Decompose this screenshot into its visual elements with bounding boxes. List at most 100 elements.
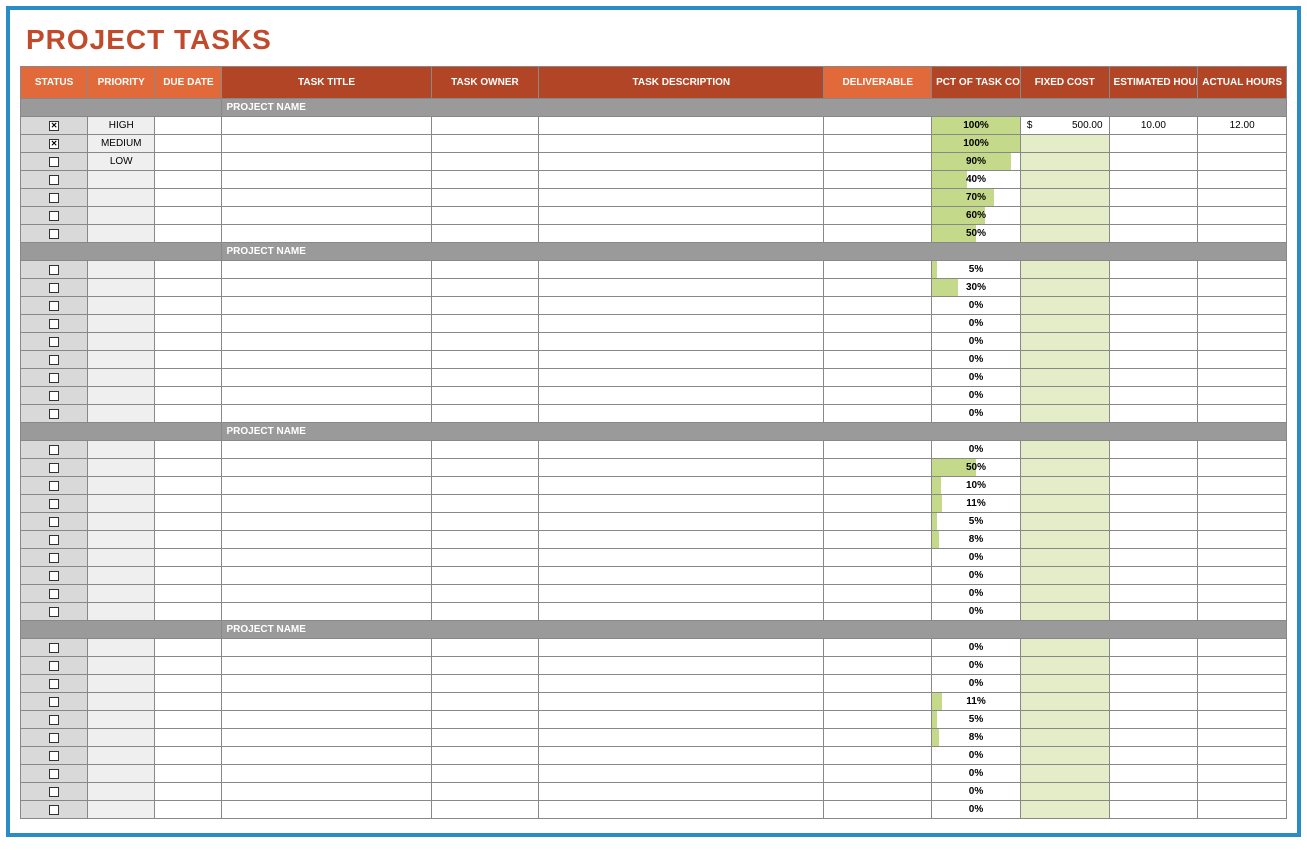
due-date-cell[interactable] xyxy=(155,315,221,332)
task-title-cell[interactable] xyxy=(222,585,430,602)
fixed-cost-cell[interactable] xyxy=(1021,693,1109,710)
deliverable-cell[interactable] xyxy=(824,459,931,476)
estimated-hours-cell[interactable] xyxy=(1110,441,1198,458)
task-description-cell[interactable] xyxy=(539,639,823,656)
due-date-cell[interactable] xyxy=(155,207,221,224)
deliverable-cell[interactable] xyxy=(824,531,931,548)
deliverable-cell[interactable] xyxy=(824,279,931,296)
task-title-cell[interactable] xyxy=(222,549,430,566)
due-date-cell[interactable] xyxy=(155,531,221,548)
actual-hours-cell[interactable] xyxy=(1198,279,1286,296)
actual-hours-cell[interactable] xyxy=(1198,693,1286,710)
task-title-cell[interactable] xyxy=(222,225,430,242)
deliverable-cell[interactable] xyxy=(824,315,931,332)
due-date-cell[interactable] xyxy=(155,693,221,710)
actual-hours-cell[interactable] xyxy=(1198,225,1286,242)
deliverable-cell[interactable] xyxy=(824,729,931,746)
status-checkbox[interactable] xyxy=(49,751,59,761)
status-checkbox[interactable]: ✕ xyxy=(49,139,59,149)
estimated-hours-cell[interactable] xyxy=(1110,801,1198,818)
estimated-hours-cell[interactable] xyxy=(1110,261,1198,278)
status-checkbox[interactable] xyxy=(49,157,59,167)
actual-hours-cell[interactable] xyxy=(1198,567,1286,584)
estimated-hours-cell[interactable] xyxy=(1110,495,1198,512)
task-owner-cell[interactable] xyxy=(432,315,539,332)
priority-cell[interactable] xyxy=(88,171,154,188)
pct-complete-cell[interactable]: 0% xyxy=(932,639,1020,656)
priority-cell[interactable] xyxy=(88,207,154,224)
fixed-cost-cell[interactable] xyxy=(1021,189,1109,206)
status-checkbox[interactable] xyxy=(49,643,59,653)
estimated-hours-cell[interactable] xyxy=(1110,135,1198,152)
deliverable-cell[interactable] xyxy=(824,153,931,170)
priority-cell[interactable] xyxy=(88,459,154,476)
task-description-cell[interactable] xyxy=(539,369,823,386)
fixed-cost-cell[interactable] xyxy=(1021,459,1109,476)
actual-hours-cell[interactable] xyxy=(1198,153,1286,170)
due-date-cell[interactable] xyxy=(155,459,221,476)
pct-complete-cell[interactable]: 0% xyxy=(932,585,1020,602)
status-checkbox[interactable] xyxy=(49,175,59,185)
task-description-cell[interactable] xyxy=(539,747,823,764)
priority-cell[interactable] xyxy=(88,495,154,512)
deliverable-cell[interactable] xyxy=(824,495,931,512)
due-date-cell[interactable] xyxy=(155,279,221,296)
fixed-cost-cell[interactable] xyxy=(1021,783,1109,800)
status-checkbox[interactable] xyxy=(49,355,59,365)
pct-complete-cell[interactable]: 10% xyxy=(932,477,1020,494)
actual-hours-cell[interactable] xyxy=(1198,441,1286,458)
deliverable-cell[interactable] xyxy=(824,765,931,782)
estimated-hours-cell[interactable] xyxy=(1110,333,1198,350)
estimated-hours-cell[interactable] xyxy=(1110,675,1198,692)
deliverable-cell[interactable] xyxy=(824,801,931,818)
task-owner-cell[interactable] xyxy=(432,279,539,296)
due-date-cell[interactable] xyxy=(155,801,221,818)
deliverable-cell[interactable] xyxy=(824,117,931,134)
actual-hours-cell[interactable] xyxy=(1198,765,1286,782)
priority-cell[interactable] xyxy=(88,639,154,656)
actual-hours-cell[interactable] xyxy=(1198,585,1286,602)
due-date-cell[interactable] xyxy=(155,495,221,512)
estimated-hours-cell[interactable] xyxy=(1110,783,1198,800)
pct-complete-cell[interactable]: 8% xyxy=(932,531,1020,548)
priority-cell[interactable] xyxy=(88,369,154,386)
estimated-hours-cell[interactable] xyxy=(1110,297,1198,314)
priority-cell[interactable] xyxy=(88,603,154,620)
actual-hours-cell[interactable] xyxy=(1198,747,1286,764)
status-checkbox[interactable] xyxy=(49,535,59,545)
pct-complete-cell[interactable]: 0% xyxy=(932,405,1020,422)
deliverable-cell[interactable] xyxy=(824,657,931,674)
estimated-hours-cell[interactable] xyxy=(1110,153,1198,170)
task-owner-cell[interactable] xyxy=(432,297,539,314)
priority-cell[interactable] xyxy=(88,387,154,404)
actual-hours-cell[interactable] xyxy=(1198,783,1286,800)
task-description-cell[interactable] xyxy=(539,513,823,530)
task-owner-cell[interactable] xyxy=(432,261,539,278)
priority-cell[interactable] xyxy=(88,765,154,782)
task-description-cell[interactable] xyxy=(539,153,823,170)
due-date-cell[interactable] xyxy=(155,369,221,386)
due-date-cell[interactable] xyxy=(155,675,221,692)
pct-complete-cell[interactable]: 0% xyxy=(932,567,1020,584)
pct-complete-cell[interactable]: 0% xyxy=(932,765,1020,782)
task-title-cell[interactable] xyxy=(222,207,430,224)
task-title-cell[interactable] xyxy=(222,783,430,800)
pct-complete-cell[interactable]: 8% xyxy=(932,729,1020,746)
task-description-cell[interactable] xyxy=(539,531,823,548)
due-date-cell[interactable] xyxy=(155,387,221,404)
task-title-cell[interactable] xyxy=(222,459,430,476)
due-date-cell[interactable] xyxy=(155,513,221,530)
deliverable-cell[interactable] xyxy=(824,333,931,350)
task-owner-cell[interactable] xyxy=(432,369,539,386)
deliverable-cell[interactable] xyxy=(824,477,931,494)
priority-cell[interactable] xyxy=(88,297,154,314)
status-checkbox[interactable] xyxy=(49,661,59,671)
actual-hours-cell[interactable] xyxy=(1198,711,1286,728)
fixed-cost-cell[interactable] xyxy=(1021,315,1109,332)
pct-complete-cell[interactable]: 0% xyxy=(932,747,1020,764)
deliverable-cell[interactable] xyxy=(824,585,931,602)
status-checkbox[interactable] xyxy=(49,769,59,779)
deliverable-cell[interactable] xyxy=(824,207,931,224)
priority-cell[interactable]: MEDIUM xyxy=(88,135,154,152)
task-title-cell[interactable] xyxy=(222,135,430,152)
